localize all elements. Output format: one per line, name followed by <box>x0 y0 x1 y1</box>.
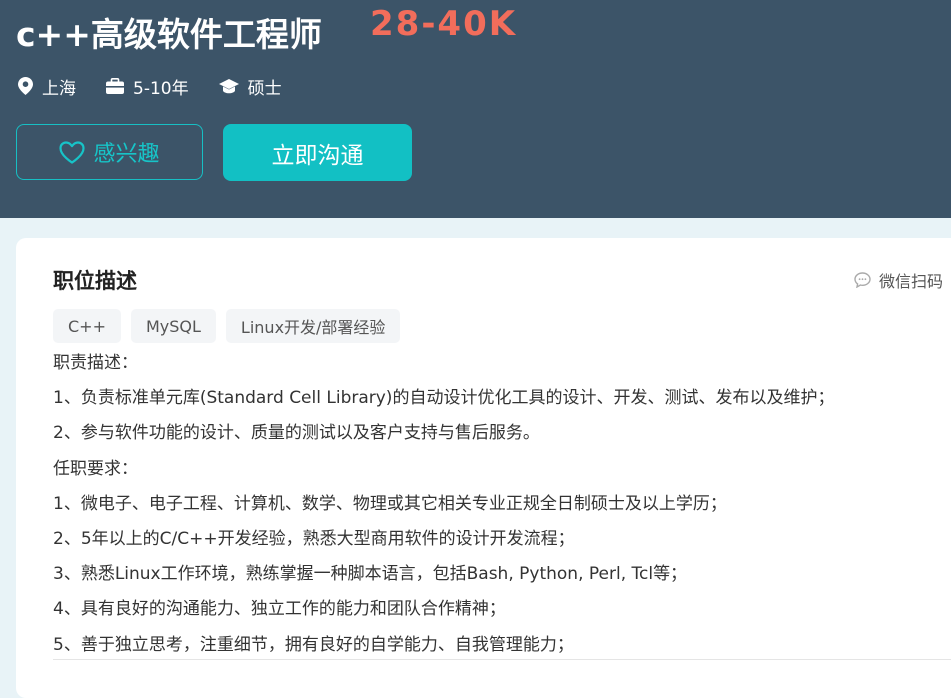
description-line: 2、5年以上的C/C++开发经验，熟悉大型商用软件的设计开发流程； <box>53 529 575 550</box>
location-text: 上海 <box>42 78 76 99</box>
job-header: c++高级软件工程师 28-40K 上海 5-10年 硕士 感兴趣 立即沟通 <box>0 0 951 218</box>
divider <box>53 659 951 660</box>
skill-tag[interactable]: MySQL <box>130 309 216 343</box>
description-line: 2、参与软件功能的设计、质量的测试以及客户支持与售后服务。 <box>53 423 540 444</box>
degree-text: 硕士 <box>247 78 282 99</box>
skill-tag[interactable]: C++ <box>53 309 121 343</box>
chat-now-button[interactable]: 立即沟通 <box>223 124 412 181</box>
job-meta: 上海 5-10年 硕士 <box>18 74 312 99</box>
description-line: 任职要求： <box>53 458 138 479</box>
description-line: 4、具有良好的沟通能力、独立工作的能力和团队合作精神； <box>53 599 506 620</box>
job-description-card: 职位描述 微信扫码 C++ MySQL Linux开发/部署经验 职责描述： 1… <box>16 238 951 698</box>
chat-bubble-icon <box>854 272 871 288</box>
section-title: 职位描述 <box>53 269 137 293</box>
description-line: 3、熟悉Linux工作环境，熟练掌握一种脚本语言，包括Bash, Python,… <box>53 564 688 585</box>
chat-now-label: 立即沟通 <box>271 142 364 169</box>
skill-tag[interactable]: Linux开发/部署经验 <box>225 309 401 343</box>
job-degree: 硕士 <box>218 74 282 99</box>
description-line: 1、负责标准单元库(Standard Cell Library)的自动设计优化工… <box>53 388 835 409</box>
job-experience: 5-10年 <box>106 74 189 99</box>
wechat-label: 微信扫码 <box>879 272 944 291</box>
graduation-cap-icon <box>218 79 239 94</box>
description-line: 1、微电子、电子工程、计算机、数学、物理或其它相关专业正规全日制硕士及以上学历； <box>53 493 727 514</box>
heart-icon <box>59 140 86 164</box>
job-title: c++高级软件工程师 <box>16 15 322 54</box>
interest-button[interactable]: 感兴趣 <box>16 124 203 180</box>
interest-label: 感兴趣 <box>93 142 160 167</box>
description-line: 5、善于独立思考，注重细节，拥有良好的自学能力、自我管理能力； <box>53 634 574 655</box>
description-line: 职责描述： <box>53 353 138 373</box>
skill-tags: C++ MySQL Linux开发/部署经验 <box>53 309 410 343</box>
briefcase-icon <box>106 78 124 94</box>
job-location: 上海 <box>18 74 76 99</box>
job-description-text: 职责描述： 1、负责标准单元库(Standard Cell Library)的自… <box>53 346 951 663</box>
experience-text: 5-10年 <box>133 78 189 99</box>
location-pin-icon <box>18 77 33 95</box>
salary-range: 28-40K <box>370 4 518 44</box>
wechat-scan-link[interactable]: 微信扫码 <box>854 268 943 292</box>
